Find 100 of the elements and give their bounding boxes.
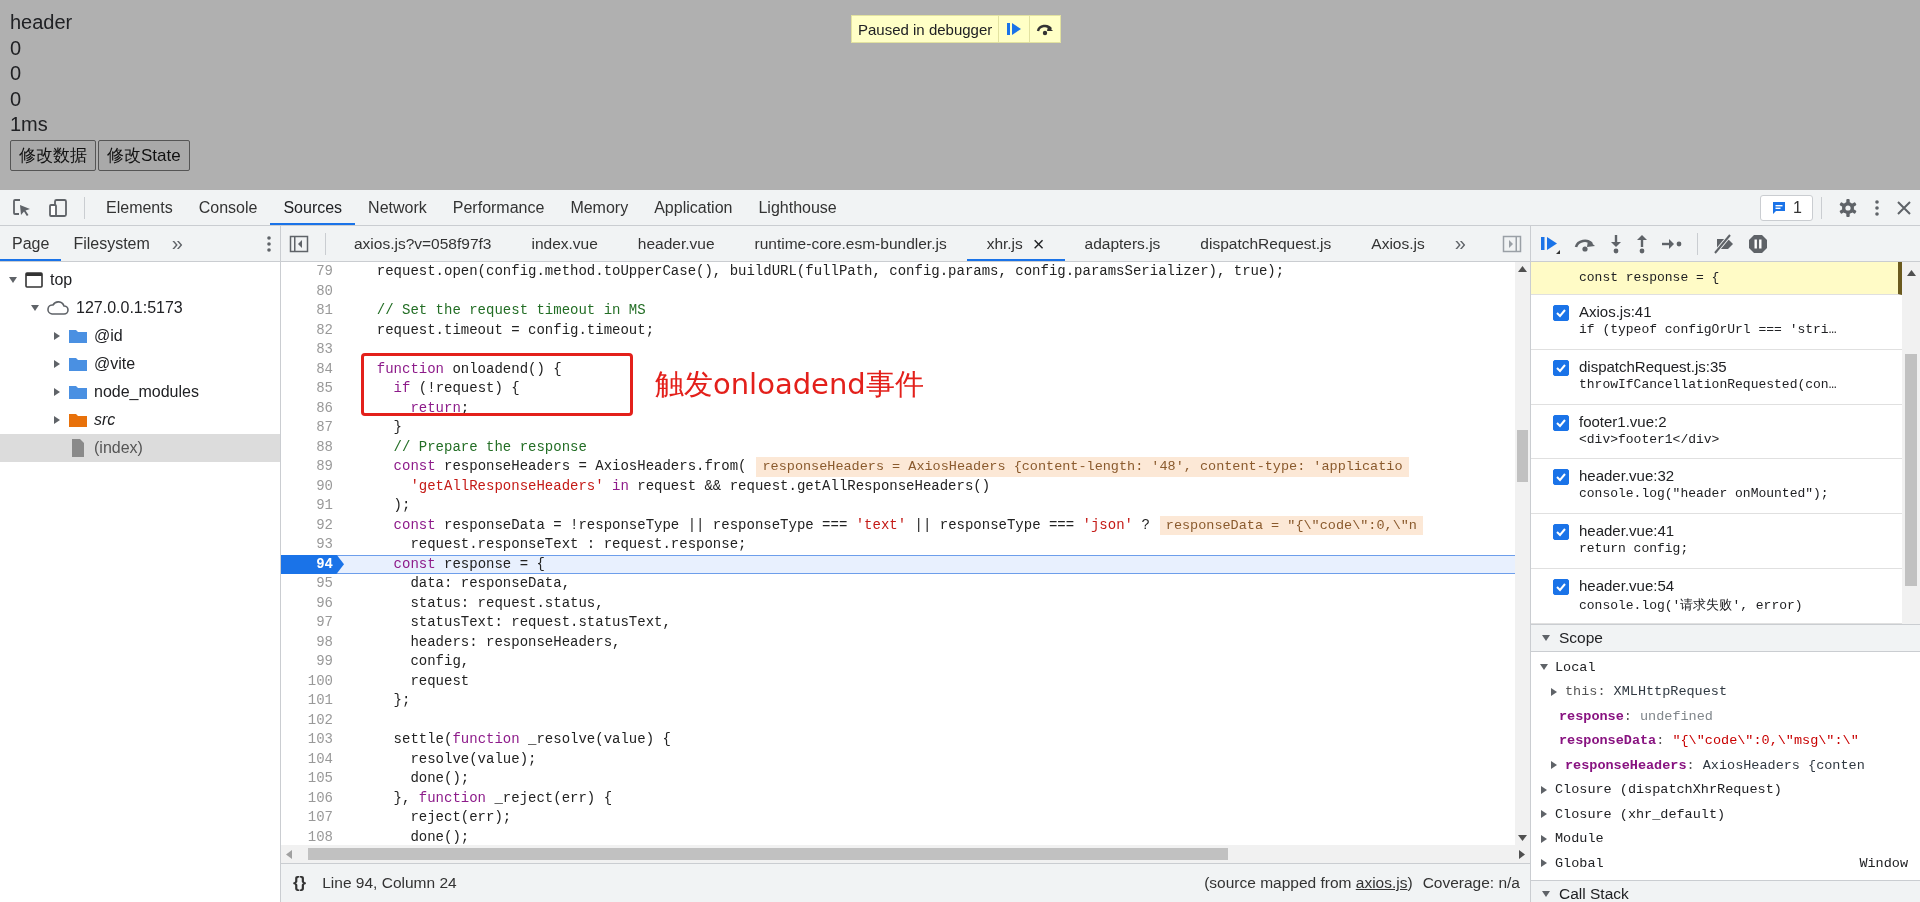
scroll-down-icon [1518,835,1527,841]
breakpoint-location: Axios.js:41 [1579,302,1653,320]
breakpoint-location: dispatchRequest.js:35 [1579,357,1728,375]
scope-property[interactable]: responseHeaders: AxiosHeaders {conten [1531,753,1920,778]
file-tree-item[interactable]: src [0,406,280,434]
breakpoint-code: const response = { [1579,270,1720,286]
file-tab[interactable]: Axios.js [1351,226,1445,261]
close-icon [1896,199,1912,216]
breakpoint-checkbox[interactable] [1553,524,1569,541]
file-tab[interactable]: index.vue [511,226,618,261]
breakpoint-location: header.vue:54 [1579,577,1676,595]
navigator-tab[interactable]: Page [0,226,62,261]
file-tree-item[interactable]: @id [0,322,280,350]
scope-property[interactable]: response: undefined [1531,704,1920,729]
collapsed-arrow-icon [1539,833,1549,844]
breakpoint-code: console.log("header onMounted"); [1579,486,1829,502]
file-tab[interactable]: axios.js?v=058f97f3 [334,226,512,261]
scroll-thumb[interactable] [1905,354,1917,586]
sidebar-toggle-icon [1502,234,1522,253]
breakpoint-checkbox[interactable] [1553,469,1569,486]
devtools-tab[interactable]: Lighthouse [745,190,850,225]
code-line: const response = { [392,554,545,574]
file-tab[interactable]: header.vue [617,226,735,261]
cursor-position: Line 94, Column 24 [322,874,457,892]
code-line: request [409,671,470,691]
scroll-up-icon [1518,266,1527,272]
source-file-link[interactable]: axios.js [1355,874,1408,891]
breakpoint-code: <div>footer1</div> [1579,431,1720,447]
settings-icon [1838,197,1858,218]
inline-value: responseData = "{\"code\":0,\"n [1159,515,1423,535]
file-tree-item[interactable]: node_modules [0,378,280,406]
folder-icon [68,327,88,345]
code-line: const responseData = !responseType || responseType === 'text' || responseType === 'json' ? [392,515,1150,535]
devtools-tab[interactable]: Application [641,190,746,225]
devtools-tab[interactable]: Network [355,190,440,225]
paused-breakpoint-item[interactable]: const response = { [1531,262,1902,295]
breakpoint-checkbox[interactable] [1553,359,1569,376]
code-line: if (!request) { [392,379,520,398]
breakpoint-code: throwIfCancellationRequested(con… [1579,376,1837,392]
breakpoints-scrollbar[interactable] [1902,262,1920,624]
pause-octagon-icon [1748,233,1768,254]
inspect-icon [12,197,32,218]
breakpoint-checkbox[interactable] [1553,579,1569,596]
scroll-thumb[interactable] [308,848,1228,860]
horizontal-scrollbar[interactable] [281,845,1530,863]
code-line: 'getAllResponseHeaders' in request && request.getAllResponseHeaders() [409,476,991,496]
scope-group[interactable]: Local [1531,655,1920,680]
code-line: request.responseText : request.response; [409,535,747,554]
code-line: } [392,418,402,437]
call-stack-section-header[interactable]: Call Stack [1531,880,1920,902]
scope-group[interactable]: Global Window [1531,851,1920,876]
file-tab[interactable]: adapters.js [1064,226,1181,261]
devtools-tab[interactable]: Console [185,190,271,225]
page-button[interactable]: 修改数据 [10,139,96,171]
page-button[interactable]: 修改State [98,139,190,171]
file-tree-item[interactable]: 127.0.0.1:5173 [0,294,280,322]
code-line: ); [392,496,411,515]
devtools-tab[interactable]: Performance [439,190,558,225]
issues-button[interactable]: 1 [1760,194,1813,221]
annotation-text: 触发onloadend事件 [655,366,924,402]
kebab-icon [266,234,272,253]
step-out-icon [1635,233,1649,254]
scroll-left-icon [286,849,292,859]
breakpoint-slash-icon [1712,233,1736,254]
code-line: request.timeout = config.timeout; [375,320,655,340]
scope-property[interactable]: this: XMLHttpRequest [1531,679,1920,704]
scope-property[interactable]: responseData: "{\"code\":0,\"msg\":\" [1531,728,1920,753]
code-line: reject(err); [409,808,512,827]
page-text: 0 [10,35,22,61]
file-tree-item[interactable]: top [0,266,280,294]
file-tree-item[interactable]: (index) [0,434,280,462]
close-tab-button[interactable]: × [1032,233,1045,254]
scope-value: Window [1859,855,1908,871]
collapsed-arrow-icon [1549,760,1559,771]
pretty-print-button[interactable]: {} [291,873,309,893]
expanded-arrow-icon [30,303,40,313]
devtools-tab[interactable]: Elements [93,190,186,225]
code-line: done(); [409,769,470,788]
scope-group[interactable]: Closure (xhr_default) [1531,802,1920,827]
code-line: statusText: request.statusText, [409,613,671,632]
collapsed-arrow-icon [1539,809,1549,820]
file-tab[interactable]: xhr.js × [966,226,1065,261]
breakpoint-checkbox[interactable] [1553,414,1569,431]
code-line: status: request.status, [409,593,604,613]
devtools-tab[interactable]: Memory [557,190,642,225]
navigator-tab[interactable]: Filesystem [61,226,162,261]
scope-section-header[interactable]: Scope [1531,625,1920,652]
file-tab[interactable]: runtime-core.esm-bundler.js [734,226,967,261]
paused-label: Paused in debugger [857,20,994,38]
collapsed-arrow-icon [1539,784,1549,795]
scroll-thumb[interactable] [1517,430,1528,482]
scope-group[interactable]: Closure (dispatchXhrRequest) [1531,777,1920,802]
coverage-info: Coverage: n/a [1422,874,1520,892]
scope-group[interactable]: Module [1531,826,1920,851]
file-tree-item[interactable]: @vite [0,350,280,378]
file-tab[interactable]: dispatchRequest.js [1180,226,1352,261]
breakpoint-checkbox[interactable] [1553,304,1569,321]
vertical-scrollbar[interactable] [1515,262,1530,845]
more-tabs-button[interactable]: » [161,232,193,255]
more-tabs-button[interactable]: » [1444,232,1476,255]
